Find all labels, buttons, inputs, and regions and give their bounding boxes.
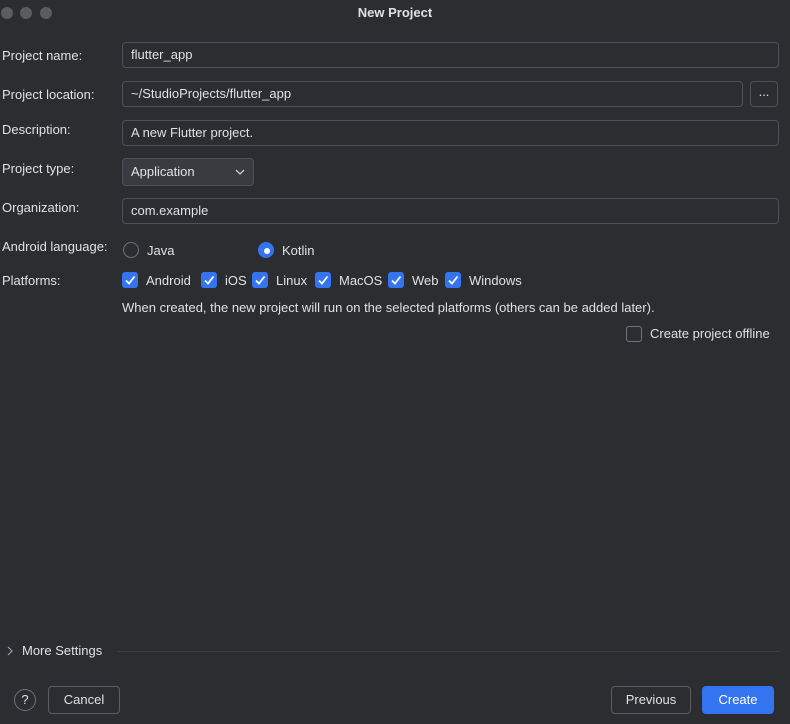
checkmark-icon	[125, 275, 136, 285]
checkmark-icon	[391, 275, 402, 285]
description-label: Description:	[2, 122, 71, 137]
project-type-label: Project type:	[2, 161, 75, 176]
checkmark-icon	[318, 275, 329, 285]
more-settings-label: More Settings	[22, 643, 103, 658]
project-type-value: Application	[131, 164, 195, 179]
checkmark-icon	[255, 275, 266, 285]
linux-checkbox-label: Linux	[276, 273, 308, 288]
help-button[interactable]: ?	[14, 689, 36, 711]
minimize-window-button[interactable]	[20, 7, 32, 19]
macos-checkbox[interactable]	[315, 272, 331, 288]
windows-checkbox-label: Windows	[469, 273, 522, 288]
new-project-dialog: New Project Project name: flutter_app Pr…	[0, 0, 790, 724]
organization-label: Organization:	[2, 200, 80, 215]
window-title: New Project	[357, 5, 433, 20]
java-radio[interactable]	[123, 242, 139, 258]
kotlin-radio-label: Kotlin	[282, 243, 315, 258]
create-offline-checkbox[interactable]	[626, 326, 642, 342]
project-name-input[interactable]: flutter_app	[122, 42, 779, 68]
create-button[interactable]: Create	[702, 686, 774, 714]
ios-checkbox[interactable]	[201, 272, 217, 288]
project-type-dropdown[interactable]: Application	[122, 158, 254, 186]
project-location-input[interactable]: ~/StudioProjects/flutter_app	[122, 81, 743, 107]
cancel-button[interactable]: Cancel	[48, 686, 120, 714]
zoom-window-button[interactable]	[40, 7, 52, 19]
previous-button[interactable]: Previous	[611, 686, 691, 714]
android-language-label: Android language:	[2, 239, 108, 254]
web-checkbox-label: Web	[412, 273, 439, 288]
project-location-label: Project location:	[2, 87, 95, 102]
android-checkbox-label: Android	[146, 273, 191, 288]
chevron-right-icon	[6, 643, 14, 662]
chevron-down-icon	[235, 159, 245, 194]
project-name-label: Project name:	[2, 48, 83, 63]
android-checkbox[interactable]	[122, 272, 138, 288]
windows-checkbox[interactable]	[445, 272, 461, 288]
kotlin-radio[interactable]	[258, 242, 274, 258]
platforms-hint: When created, the new project will run o…	[122, 300, 655, 315]
ios-checkbox-label: iOS	[225, 273, 247, 288]
java-radio-label: Java	[147, 243, 175, 258]
organization-input[interactable]: com.example	[122, 198, 779, 224]
create-offline-label: Create project offline	[650, 326, 770, 341]
browse-location-button[interactable]: ...	[750, 81, 778, 107]
divider	[118, 651, 780, 652]
close-window-button[interactable]	[1, 7, 13, 19]
title-bar: New Project	[0, 0, 790, 26]
checkmark-icon	[448, 275, 459, 285]
linux-checkbox[interactable]	[252, 272, 268, 288]
platforms-label: Platforms:	[2, 273, 61, 288]
description-input[interactable]: A new Flutter project.	[122, 120, 779, 146]
macos-checkbox-label: MacOS	[339, 273, 383, 288]
help-icon: ?	[21, 692, 29, 707]
web-checkbox[interactable]	[388, 272, 404, 288]
checkmark-icon	[204, 275, 215, 285]
